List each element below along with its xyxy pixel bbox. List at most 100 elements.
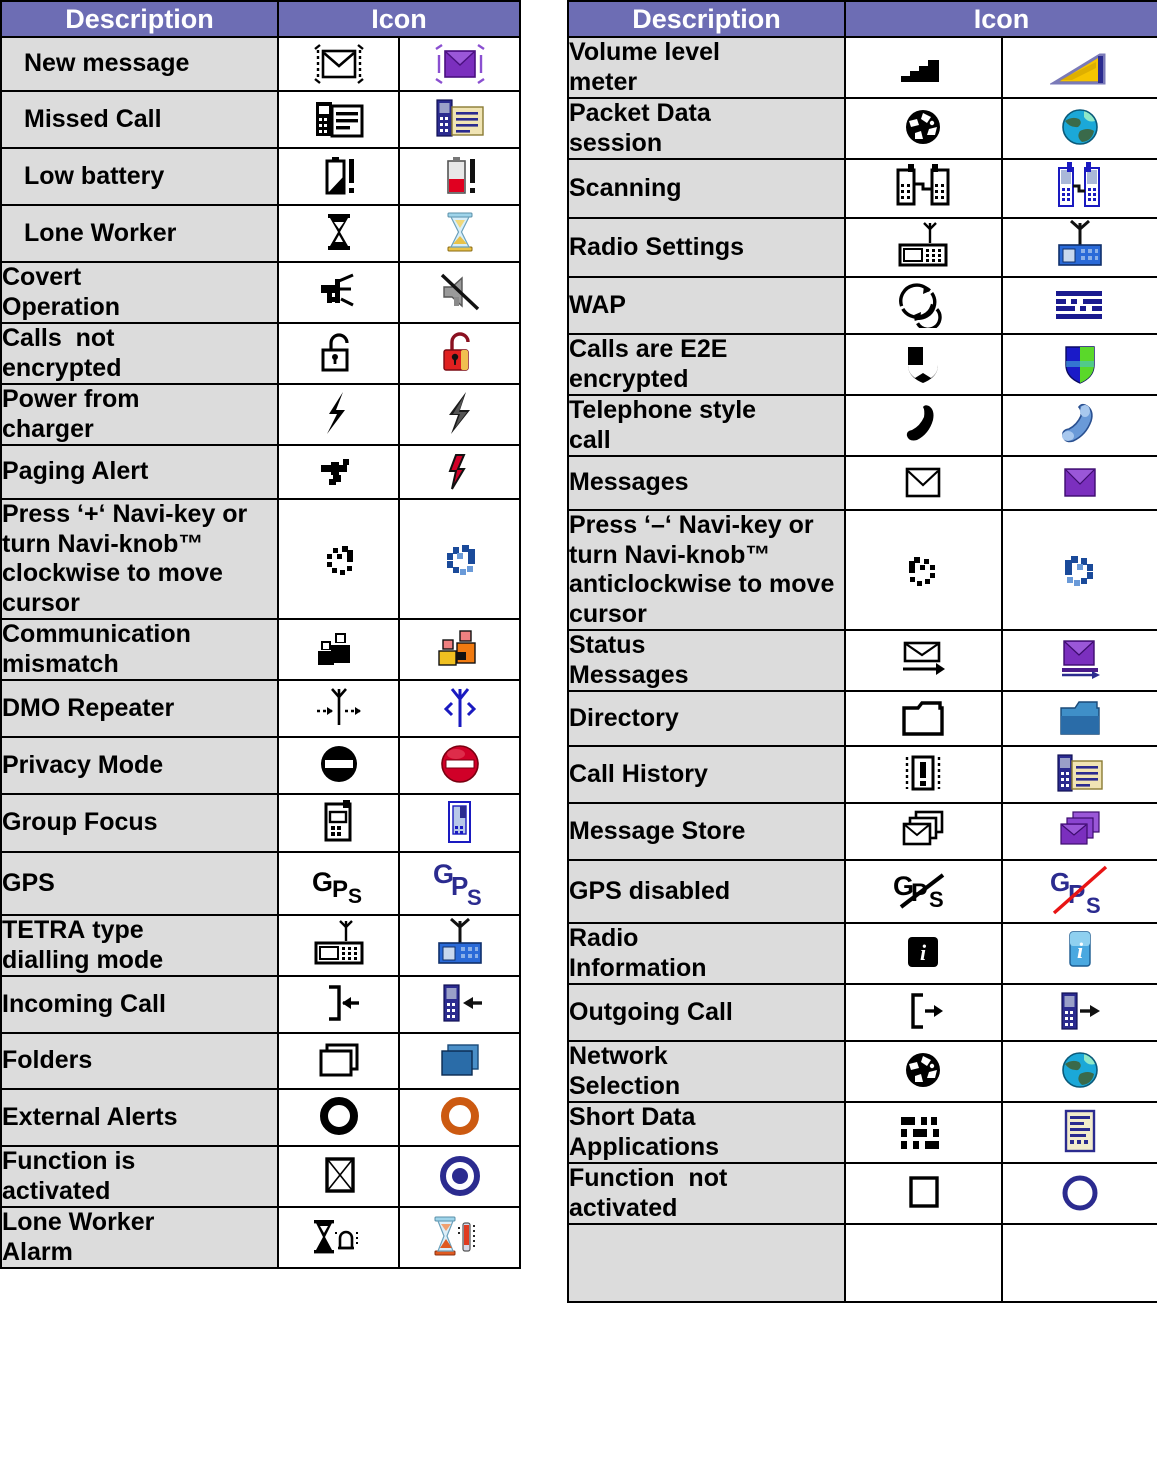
rotate-clockwise-color-icon [398,498,521,620]
info-color-icon: i [1000,922,1157,985]
incoming-call-mono-icon [277,975,400,1034]
table-row: Missed Call [0,90,521,149]
table-row: Volume level meter [567,36,1157,99]
row-description: Directory [567,690,846,747]
phone-list-mono-icon [277,90,400,149]
row-description: WAP [567,276,846,335]
table-row: Press ‘+‘ Navi-key or turn Navi-knob™ cl… [0,498,521,620]
svg-text:S: S [348,885,362,907]
shield-color-icon [1000,333,1157,396]
table-row: Call History [567,745,1157,804]
hourglass-color-icon [398,204,521,263]
row-description: Lone Worker [0,204,279,263]
table-row: Press ‘–‘ Navi-key or turn Navi-knob™ an… [567,509,1157,631]
row-description: Incoming Call [0,975,279,1034]
table-row: Function is activated [0,1145,521,1208]
envelope-flash-color-icon [398,36,521,92]
message-store-mono-icon [844,802,1003,861]
short-data-color-icon [1000,1101,1157,1164]
scanning-radios-mono-icon [844,158,1003,219]
table-row: Function not activated [567,1162,1157,1225]
table-row: Directory [567,690,1157,747]
table-row: Calls are E2E encrypted [567,333,1157,396]
empty-icon-cell [844,1223,1003,1303]
row-description: Function is activated [0,1145,279,1208]
table-header-row: Description Icon [0,0,521,38]
rotate-anticlockwise-color-icon [1000,509,1157,631]
table-row: WAP [567,276,1157,335]
radio-antenna-color-icon [398,914,521,977]
no-entry-color-icon [398,736,521,795]
row-description: Messages [567,455,846,511]
header-description-right: Description [567,0,846,38]
row-description: Power from charger [0,383,279,446]
table-row: Group Focus [0,793,521,853]
dmo-repeater-color-icon [398,679,521,738]
header-description-left: Description [0,0,279,38]
row-description: DMO Repeater [0,679,279,738]
lightning-bolt-mono-icon [277,383,400,446]
hollow-ring-color-icon [1000,1162,1157,1225]
battery-low-mono-icon [277,147,400,206]
row-description: Status Messages [567,629,846,692]
row-description: External Alerts [0,1088,279,1147]
battery-low-color-icon [398,147,521,206]
row-description: Privacy Mode [0,736,279,795]
globe-color-icon [1000,97,1157,160]
row-description: Missed Call [0,90,279,149]
call-history-color-icon [1000,745,1157,804]
row-description: Radio Settings [567,217,846,278]
envelope-color-icon [1000,455,1157,511]
filled-target-color-icon [398,1145,521,1208]
speaker-muted-color-icon [398,261,521,324]
table-row: GPS G P S G P S [0,851,521,916]
table-gutter [519,0,567,1479]
row-description: Covert Operation [0,261,279,324]
table-row: Privacy Mode [0,736,521,795]
svg-text:S: S [1086,893,1101,917]
globe-color-icon [1000,1040,1157,1103]
paging-alert-mono-icon [277,444,400,500]
empty-icon-cell [1000,1223,1157,1303]
table-row: GPS disabledGPSGPS [567,859,1157,924]
row-description: Calls are E2E encrypted [567,333,846,396]
row-description: GPS [0,851,279,916]
row-description: Message Store [567,802,846,861]
envelope-mono-icon [844,455,1003,511]
svg-text:G: G [312,867,333,897]
outgoing-call-color-icon [1000,983,1157,1042]
gps-color-icon: GPS [398,851,521,916]
hourglass-bell-mono-icon [277,1206,400,1269]
scanning-radios-color-icon [1000,158,1157,219]
row-description: Press ‘+‘ Navi-key or turn Navi-knob™ cl… [0,498,279,620]
svg-text:i: i [1077,938,1084,963]
table-row: Short Data Applications [567,1101,1157,1164]
two-people-mono-icon [277,618,400,681]
info-mono-icon: i [844,922,1003,985]
wap-swirl-mono-icon [844,276,1003,335]
svg-text:S: S [929,887,944,912]
row-description: Low battery [0,147,279,206]
right-icon-table-wrap: Description Icon Volume level meter Packet… [567,0,1157,1479]
radio-antenna-color-icon [1000,217,1157,278]
status-message-mono-icon [844,629,1003,692]
table-row: Incoming Call [0,975,521,1034]
row-description: Communication mismatch [0,618,279,681]
gps-mono-icon: GPS [277,851,400,916]
folder-mono-icon [844,690,1003,747]
radio-antenna-mono-icon [277,914,400,977]
row-description: Telephone style call [567,394,846,457]
row-description: Scanning [567,158,846,219]
svg-text:S: S [467,885,482,909]
two-people-color-icon [398,618,521,681]
table-row: Packet Data session [567,97,1157,160]
row-description: Press ‘–‘ Navi-key or turn Navi-knob™ an… [567,509,846,631]
call-history-mono-icon [844,745,1003,804]
volume-meter-color-icon [1000,36,1157,99]
status-message-color-icon [1000,629,1157,692]
incoming-call-color-icon [398,975,521,1034]
hourglass-mono-icon [277,204,400,263]
table-row: Covert Operation [0,261,521,324]
folders-stack-mono-icon [277,1032,400,1090]
table-row: Paging Alert [0,444,521,500]
